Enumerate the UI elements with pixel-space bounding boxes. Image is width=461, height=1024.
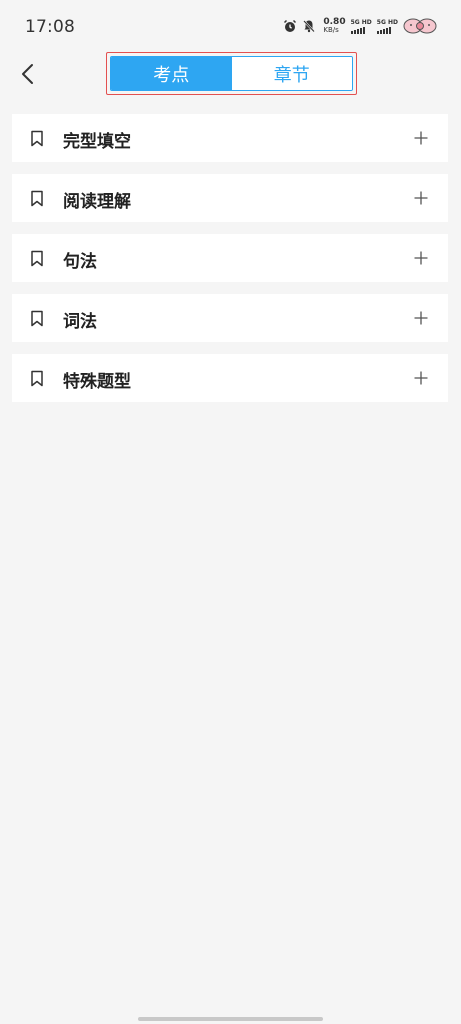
net-speed: 0.80 KB/s	[323, 17, 346, 35]
list-item[interactable]: 阅读理解	[12, 174, 448, 222]
category-list: 完型填空 阅读理解 句法 词法 特殊题型	[12, 114, 448, 414]
tab-chapters[interactable]: 章节	[231, 57, 352, 90]
list-item-label: 阅读理解	[63, 192, 131, 212]
plus-icon[interactable]	[414, 371, 428, 385]
status-bar: 17:08 0.80 KB/s 5G HD 5G HD	[0, 0, 461, 52]
sim1-label: 5G HD	[350, 18, 372, 26]
bookmark-icon	[31, 130, 43, 147]
plus-icon[interactable]	[414, 131, 428, 145]
status-icons: 0.80 KB/s 5G HD 5G HD	[283, 14, 437, 38]
bookmark-icon	[31, 310, 43, 327]
battery-icon	[403, 16, 437, 36]
net-speed-value: 0.80	[323, 17, 346, 27]
list-item[interactable]: 句法	[12, 234, 448, 282]
list-item[interactable]: 完型填空	[12, 114, 448, 162]
bookmark-icon	[31, 370, 43, 387]
net-speed-unit: KB/s	[323, 26, 339, 34]
tab-switcher-highlight: 考点 章节	[106, 52, 357, 95]
list-item-label: 句法	[63, 252, 97, 272]
plus-icon[interactable]	[414, 251, 428, 265]
signal-icon: 5G HD	[376, 18, 398, 34]
status-time: 17:08	[25, 17, 75, 37]
bell-muted-icon	[302, 19, 316, 33]
tab-exam-points[interactable]: 考点	[111, 57, 232, 90]
list-item[interactable]: 特殊题型	[12, 354, 448, 402]
bookmark-icon	[31, 190, 43, 207]
list-item-label: 特殊题型	[63, 372, 131, 392]
back-button[interactable]	[14, 60, 42, 88]
bookmark-icon	[31, 250, 43, 267]
home-indicator[interactable]	[138, 1017, 323, 1021]
chevron-left-icon	[22, 64, 33, 84]
plus-icon[interactable]	[414, 311, 428, 325]
tab-switcher: 考点 章节	[110, 56, 353, 91]
plus-icon[interactable]	[414, 191, 428, 205]
signal-icon: 5G HD	[350, 18, 372, 34]
list-item-label: 完型填空	[63, 132, 131, 152]
list-item-label: 词法	[63, 312, 97, 332]
sim2-label: 5G HD	[376, 18, 398, 26]
list-item[interactable]: 词法	[12, 294, 448, 342]
alarm-icon	[283, 19, 297, 33]
